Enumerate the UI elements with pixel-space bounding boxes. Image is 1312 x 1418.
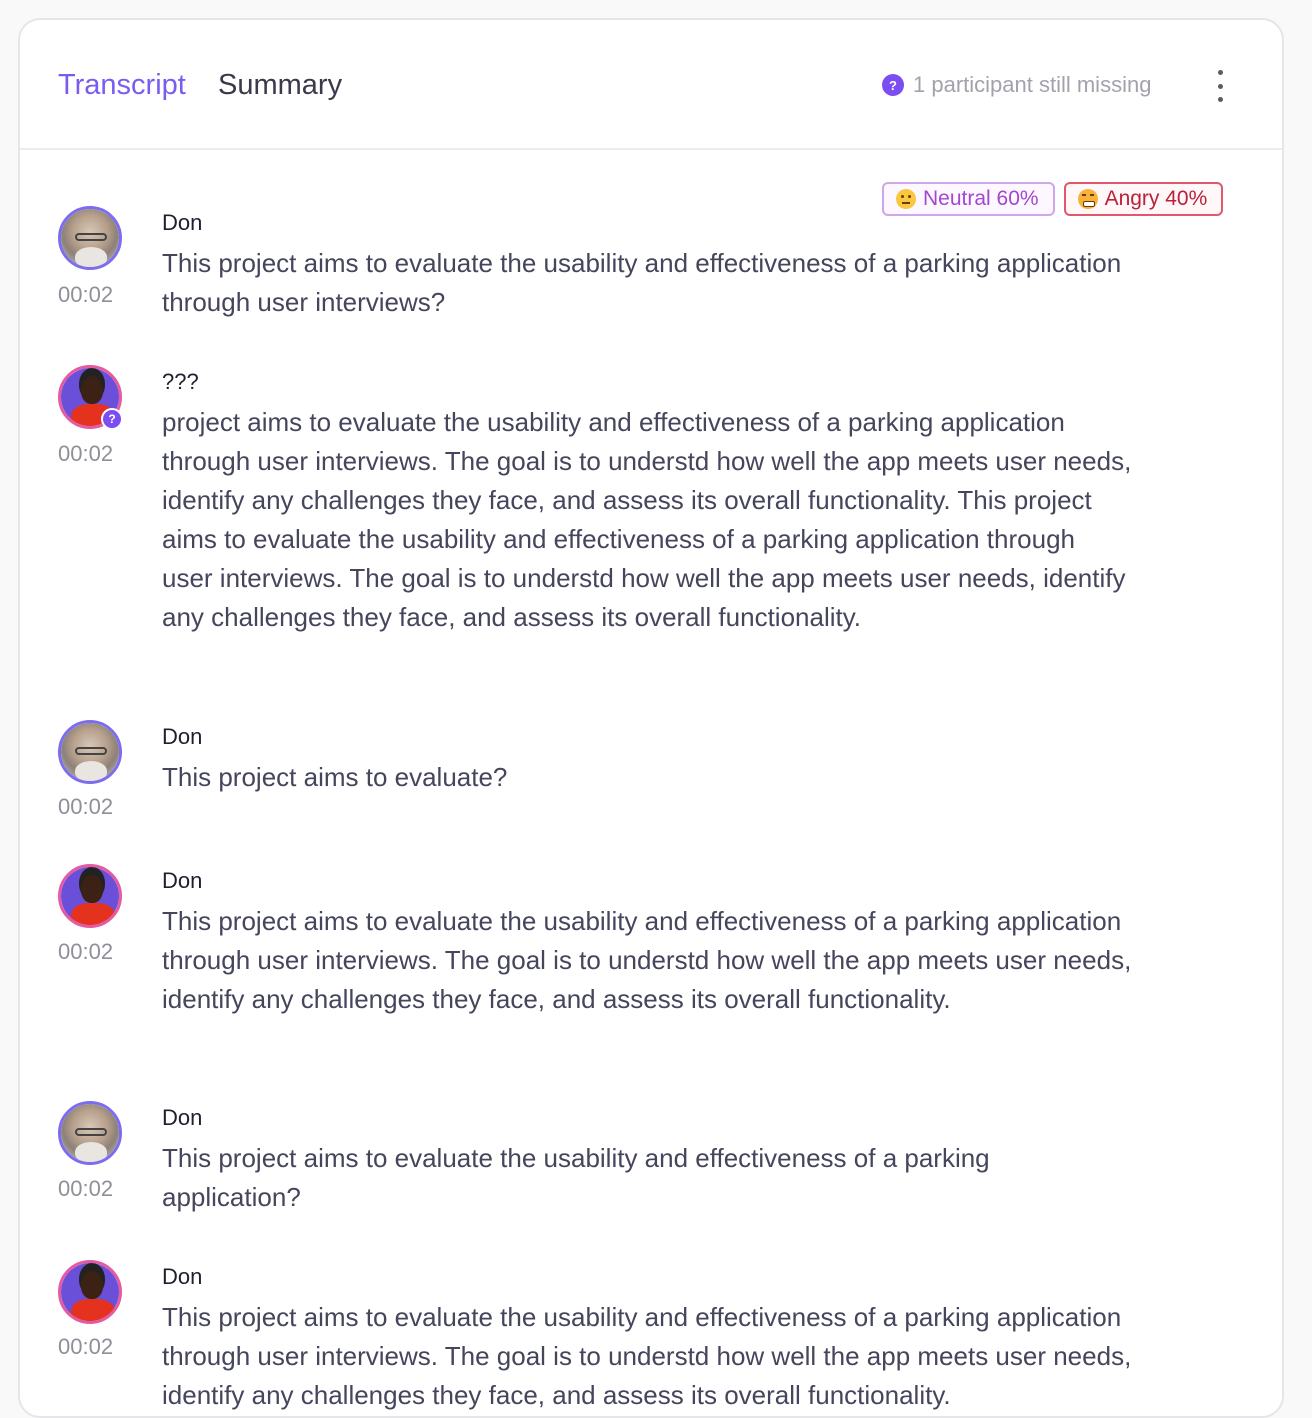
speaker-photo [61, 209, 119, 267]
utterance-text: This project aims to evaluate the usabil… [162, 906, 1132, 1014]
question-badge-icon: ? [882, 74, 904, 96]
dot-icon [1217, 70, 1223, 75]
angry-face-icon [1077, 189, 1098, 209]
utterance-text: This project aims to evaluate the usabil… [162, 248, 1122, 317]
slightly-smiling-face-icon [896, 189, 916, 209]
timestamp[interactable]: 00:02 [58, 282, 126, 308]
speaker-photo [61, 1263, 119, 1321]
speaker-photo [61, 867, 119, 925]
speaker-name: Don [162, 210, 203, 235]
missing-participant-status: ? 1 participant still missing [882, 72, 1151, 98]
avatar[interactable] [58, 1260, 122, 1324]
timestamp[interactable]: 00:02 [58, 1334, 126, 1360]
tab-transcript[interactable]: Transcript [58, 68, 186, 102]
timestamp[interactable]: 00:02 [58, 441, 126, 467]
sentiment-label: Neutral 60% [923, 187, 1039, 210]
card-header: Transcript Summary ? 1 participant still… [20, 20, 1282, 150]
unknown-speaker-badge-icon: ? [101, 408, 123, 430]
dot-icon [1217, 83, 1223, 89]
speaker-name: Don [162, 1105, 203, 1130]
speaker-name: Don [162, 724, 203, 749]
avatar[interactable] [58, 864, 122, 928]
utterance-text: This project aims to evaluate? [162, 762, 508, 792]
transcript-card: Transcript Summary ? 1 participant still… [18, 18, 1284, 1418]
utterance-text: project aims to evaluate the usability a… [162, 407, 1132, 632]
dot-icon [1217, 97, 1223, 102]
sentiment-chips: Neutral 60% Angry 40% [882, 182, 1224, 216]
speaker-photo [61, 723, 119, 781]
timestamp[interactable]: 00:02 [58, 794, 126, 820]
speaker-photo [61, 1104, 119, 1162]
avatar[interactable] [58, 720, 122, 784]
timestamp[interactable]: 00:02 [58, 1176, 126, 1202]
speaker-name[interactable]: ??? [162, 369, 199, 395]
speaker-name: Don [162, 868, 203, 893]
sentiment-chip-angry[interactable]: Angry 40% [1063, 182, 1224, 216]
missing-participant-text: 1 participant still missing [913, 72, 1152, 97]
speaker-name: Don [162, 1264, 203, 1289]
sentiment-label: Angry 40% [1104, 187, 1208, 210]
utterance-text: This project aims to evaluate the usabil… [162, 1143, 990, 1212]
tab-summary[interactable]: Summary [218, 68, 342, 102]
avatar[interactable] [58, 1101, 122, 1165]
sentiment-chip-neutral[interactable]: Neutral 60% [882, 182, 1055, 216]
timestamp[interactable]: 00:02 [58, 939, 126, 965]
more-options-button[interactable] [1210, 70, 1230, 102]
avatar[interactable] [58, 206, 122, 270]
utterance-text: This project aims to evaluate the usabil… [162, 1302, 1132, 1410]
avatar[interactable]: ? [58, 365, 123, 430]
